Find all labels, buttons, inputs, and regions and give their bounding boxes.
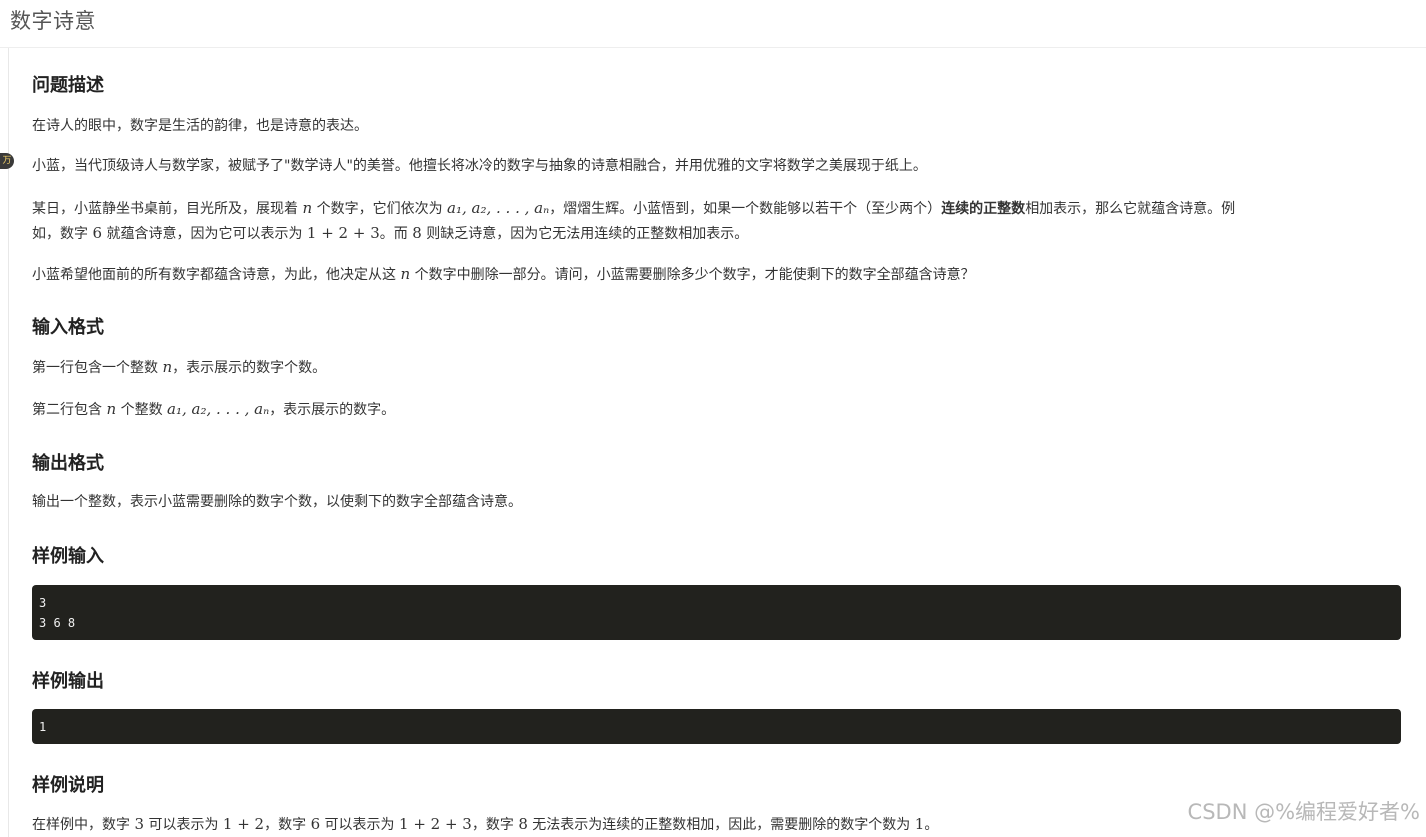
explanation-text: 在样例中，数字 3 可以表示为 1 + 2，数字 6 可以表示为 1 + 2 +… bbox=[32, 815, 939, 833]
input-line2: 第二行包含 n 个整数 a₁, a₂, . . . , aₙ，表示展示的数字。 bbox=[32, 400, 396, 418]
description-p1: 在诗人的眼中，数字是生活的韵律，也是诗意的表达。 bbox=[32, 118, 368, 134]
page-title: 数字诗意 bbox=[10, 9, 96, 33]
description-p3: 某日，小蓝静坐书桌前，目光所及，展现着 n 个数字，它们依次为 a₁, a₂, … bbox=[32, 199, 1236, 242]
input-line1: 第一行包含一个整数 n，表示展示的数字个数。 bbox=[32, 358, 327, 376]
watermark: CSDN @%编程爱好者% bbox=[1187, 800, 1420, 824]
input-heading: 输入格式 bbox=[32, 317, 104, 338]
sample-input-code: 3 3 6 8 bbox=[32, 585, 1401, 640]
sample-output-code: 1 bbox=[32, 709, 1401, 744]
sample-input-heading: 样例输入 bbox=[32, 546, 104, 567]
description-heading: 问题描述 bbox=[32, 75, 104, 96]
side-badge[interactable]: 万 bbox=[0, 153, 14, 169]
top-bar: 数字诗意 bbox=[0, 0, 1426, 48]
description-p4: 小蓝希望他面前的所有数字都蕴含诗意，为此，他决定从这 n 个数字中删除一部分。请… bbox=[32, 265, 975, 283]
output-heading: 输出格式 bbox=[32, 453, 104, 474]
output-text: 输出一个整数，表示小蓝需要删除的数字个数，以使剩下的数字全部蕴含诗意。 bbox=[32, 494, 522, 510]
explanation-heading: 样例说明 bbox=[32, 775, 104, 796]
description-p2: 小蓝，当代顶级诗人与数学家，被赋予了"数学诗人"的美誉。他擅长将冰冷的数字与抽象… bbox=[32, 158, 927, 174]
sample-output-heading: 样例输出 bbox=[32, 671, 104, 692]
